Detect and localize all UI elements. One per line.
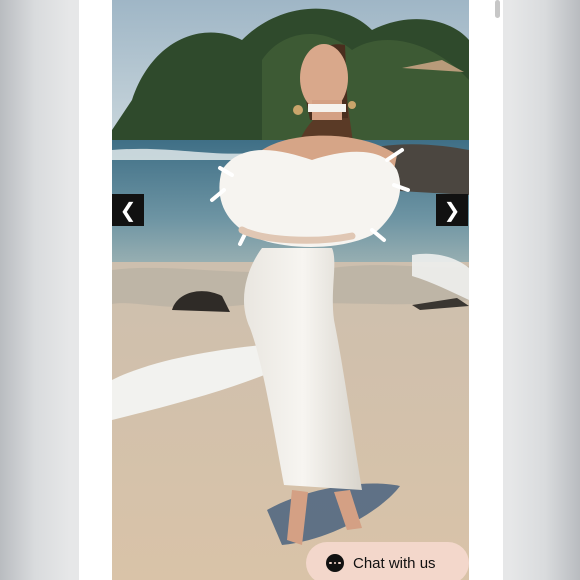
previous-image-button[interactable]: ❮ (112, 194, 144, 226)
product-image (112, 0, 469, 580)
scrollbar-thumb[interactable] (495, 0, 500, 18)
next-image-button[interactable]: ❯ (436, 194, 468, 226)
chat-bubble-icon (326, 554, 344, 572)
chat-with-us-button[interactable]: Chat with us (306, 542, 469, 580)
chevron-right-icon: ❯ (443, 198, 461, 222)
chevron-left-icon: ❮ (119, 198, 137, 222)
chat-button-label: Chat with us (353, 554, 436, 572)
product-photo-illustration (112, 0, 469, 580)
